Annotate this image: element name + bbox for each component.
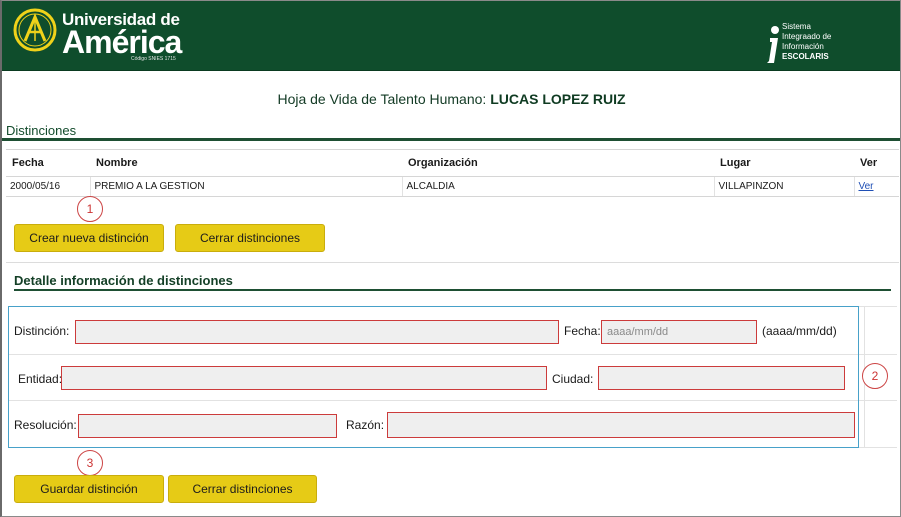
col-header-lugar: Lugar	[714, 149, 854, 177]
person-name: LUCAS LOPEZ RUIZ	[490, 91, 626, 107]
marker-3: 3	[77, 450, 103, 476]
cell-organizacion: ALCALDIA	[401, 176, 714, 197]
cell-nombre: PREMIO A LA GESTION	[89, 176, 402, 197]
col-header-ver: Ver	[854, 149, 899, 177]
col-header-nombre: Nombre	[90, 149, 402, 177]
distincion-label: Distinción:	[14, 324, 70, 338]
detail-divider	[14, 289, 891, 291]
resolucion-label: Resolución:	[14, 418, 77, 432]
section-title: Distinciones	[6, 123, 77, 138]
distinctions-table: Fecha Nombre Organización Lugar Ver 2000…	[6, 149, 899, 197]
entidad-label: Entidad:	[18, 372, 63, 386]
cell-fecha: 2000/05/16	[6, 176, 90, 197]
fecha-format-hint: (aaaa/mm/dd)	[762, 324, 837, 338]
distincion-input[interactable]	[75, 320, 559, 344]
header-bar: Universidad de América Código SNIES 1715…	[2, 1, 900, 71]
cell-lugar: VILLAPINZON	[713, 176, 854, 197]
close-distinctions-button-top[interactable]: Cerrar distinciones	[175, 224, 325, 252]
system-line-3: Información	[782, 42, 824, 51]
ver-link[interactable]: Ver	[859, 181, 874, 192]
detail-title: Detalle información de distinciones	[14, 273, 233, 288]
fecha-input[interactable]	[601, 320, 757, 344]
razon-label: Razón:	[346, 418, 385, 432]
razon-input[interactable]	[387, 412, 855, 438]
section-divider	[2, 138, 900, 141]
university-code: Código SNIES 1715	[131, 56, 176, 62]
page-title-prefix: Hoja de Vida de Talento Humano:	[277, 91, 491, 107]
info-i-icon	[767, 26, 779, 63]
marker-1: 1	[77, 196, 103, 222]
table-header-row: Fecha Nombre Organización Lugar Ver	[6, 149, 899, 177]
marker-2: 2	[862, 363, 888, 389]
system-line-4: ESCOLARIS	[782, 52, 829, 61]
cell-ver: Ver	[853, 176, 899, 197]
resolucion-input[interactable]	[78, 414, 337, 438]
table-row: 2000/05/16 PREMIO A LA GESTION ALCALDIA …	[6, 176, 899, 197]
close-distinctions-button-bottom[interactable]: Cerrar distinciones	[168, 475, 317, 503]
ciudad-label: Ciudad:	[552, 372, 594, 386]
page-title: Hoja de Vida de Talento Humano: LUCAS LO…	[2, 91, 900, 107]
university-logo-icon	[13, 8, 57, 52]
create-distinction-button[interactable]: Crear nueva distinción	[14, 224, 164, 252]
fecha-label: Fecha:	[564, 324, 601, 338]
entidad-input[interactable]	[61, 366, 547, 390]
save-distinction-button[interactable]: Guardar distinción	[14, 475, 164, 503]
col-header-organizacion: Organización	[402, 149, 714, 177]
system-line-1: Sistema	[782, 22, 811, 31]
ciudad-input[interactable]	[598, 366, 845, 390]
divider	[6, 262, 899, 263]
system-line-2: Integraado de	[782, 32, 832, 41]
col-header-fecha: Fecha	[6, 149, 90, 177]
system-name: Sistema Integraado de Información ESCOLA…	[782, 22, 831, 62]
app-frame: Universidad de América Código SNIES 1715…	[0, 0, 901, 517]
